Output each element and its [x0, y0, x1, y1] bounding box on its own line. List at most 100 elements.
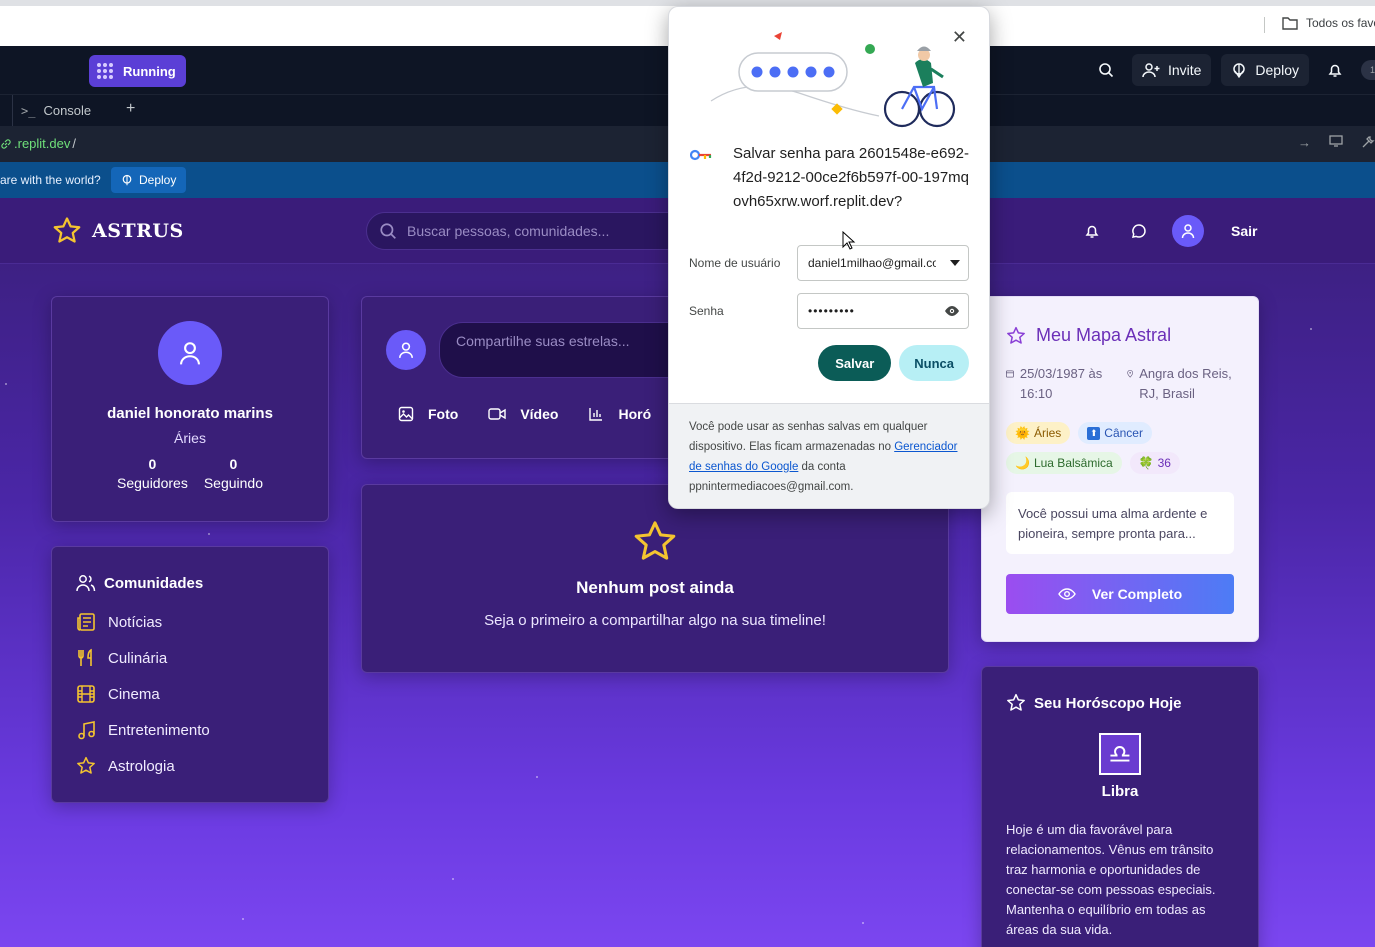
post-composer: Compartilhe suas estrelas... Foto Vídeo … — [361, 296, 719, 459]
brand-name: ASTRUS — [92, 220, 184, 242]
sun-sign-badge: 🌞 Áries — [1006, 422, 1071, 444]
notifications-bell-icon[interactable] — [1319, 54, 1351, 86]
caret-down-icon — [950, 260, 960, 266]
clover-icon: 🍀 — [1138, 456, 1154, 470]
footer-text-1: Você pode usar as senhas salvas em qualq… — [689, 421, 928, 453]
chat-icon[interactable] — [1127, 215, 1151, 247]
eye-icon[interactable] — [944, 305, 960, 317]
following-count: 0 — [229, 456, 238, 472]
astral-map-card: Meu Mapa Astral 25/03/1987 às 16:10 Angr… — [981, 296, 1259, 642]
community-noticias[interactable]: Notícias — [76, 604, 304, 640]
search-bar[interactable]: Buscar pessoas, comunidades... — [366, 212, 686, 250]
star-icon — [362, 519, 948, 570]
password-illustration — [710, 32, 956, 128]
invite-button[interactable]: Invite — [1131, 54, 1212, 86]
communities-title: Comunidades — [76, 574, 304, 592]
video-button[interactable]: Vídeo — [488, 406, 558, 422]
horoscope-text: Hoje é um dia favorável para relacioname… — [1006, 822, 1216, 937]
webview-url[interactable]: .replit.dev / — [0, 136, 76, 151]
following-stat[interactable]: 0 Seguindo — [204, 456, 263, 491]
add-tab-button[interactable]: + — [126, 100, 135, 118]
search-icon[interactable] — [1090, 54, 1122, 86]
chart-icon — [589, 408, 603, 421]
astral-chips: 🌞 Áries ⬆ Câncer 🌙 Lua Balsâmica 🍀 36 — [1006, 422, 1238, 474]
birth-datetime: 25/03/1987 às 16:10 — [1019, 366, 1103, 401]
empty-timeline: Nenhum post ainda Seja o primeiro a comp… — [361, 484, 949, 673]
username-label: Nome de usuário — [689, 256, 781, 270]
followers-stat[interactable]: 0 Seguidores — [117, 456, 188, 491]
bell-icon[interactable] — [1080, 215, 1104, 247]
replit-top-actions: Invite Deploy 1 — [1090, 54, 1375, 86]
sun-sign-label: Áries — [1033, 426, 1062, 440]
profile-name[interactable]: daniel honorato marins — [52, 405, 328, 422]
astral-map-title-label: Meu Mapa Astral — [1036, 325, 1172, 345]
ascendant-badge: ⬆ Câncer — [1078, 422, 1152, 444]
photo-label: Foto — [428, 406, 459, 422]
video-label: Vídeo — [520, 406, 559, 422]
horoscope-button[interactable]: Horó — [588, 406, 651, 422]
newspaper-icon — [77, 613, 95, 631]
profile-card: daniel honorato marins Áries 0 Seguidores… — [51, 296, 329, 522]
run-status-button[interactable]: Running — [89, 55, 186, 87]
add-user-icon — [1142, 63, 1160, 78]
community-astrologia[interactable]: Astrologia — [76, 748, 304, 784]
number-badge: 🍀 36 — [1129, 452, 1180, 474]
user-avatar[interactable] — [1172, 215, 1204, 247]
horoscope-card: Seu Horóscopo Hoje ♎ Libra Hoje é um dia… — [981, 666, 1259, 947]
forward-arrow-icon[interactable]: → — [1298, 135, 1311, 152]
astrus-logo[interactable]: ASTRUS — [52, 216, 184, 246]
community-entretenimento[interactable]: Entretenimento — [76, 712, 304, 748]
all-bookmarks-folder[interactable]: Todos os favo — [1282, 16, 1375, 30]
share-deploy-button[interactable]: Deploy — [111, 167, 187, 193]
horoscope-sign: Libra — [1101, 783, 1139, 800]
map-pin-icon — [1127, 369, 1133, 378]
composer-actions: Foto Vídeo Horó — [398, 406, 651, 422]
empty-subtitle: Seja o primeiro a compartilhar algo na s… — [484, 612, 826, 629]
search-input[interactable]: Buscar pessoas, comunidades... — [407, 223, 609, 239]
profile-sign: Áries — [174, 430, 206, 446]
deploy-label: Deploy — [1255, 62, 1299, 78]
save-password-dialog: ✕ Salvar senha para 2601548e-e692-4f2d-9… — [668, 6, 990, 509]
community-label: Culinária — [108, 649, 168, 667]
user-icon — [399, 342, 413, 358]
profile-stats: 0 Seguidores 0 Seguindo — [52, 456, 328, 491]
invite-label: Invite — [1167, 62, 1202, 78]
folder-icon — [1282, 17, 1298, 30]
wrench-icon[interactable] — [1361, 135, 1375, 152]
devtools-icon[interactable] — [1329, 135, 1343, 152]
libra-glyph-icon: ♎ — [1099, 733, 1141, 775]
users-icon — [76, 575, 96, 592]
communities-card: Comunidades Notícias Culinária Cinema En… — [51, 546, 329, 803]
film-icon — [77, 685, 95, 703]
url-bar-actions: → — [1298, 135, 1375, 152]
password-value: ••••••••• — [808, 304, 855, 318]
view-full-button[interactable]: Ver Completo — [1006, 574, 1234, 614]
astral-description: Você possui uma alma ardente e pioneira,… — [1006, 492, 1234, 554]
logout-button[interactable]: Sair — [1231, 223, 1257, 239]
community-label: Notícias — [108, 613, 163, 631]
place-info: Angra dos Reis, RJ, Brasil — [1127, 364, 1234, 404]
view-full-label: Ver Completo — [1091, 586, 1183, 602]
link-icon — [1, 138, 11, 149]
moon-icon: 🌙 — [1015, 456, 1030, 470]
username-select[interactable]: daniel1milhao@gmail.com — [797, 245, 969, 281]
user-avatar-partial[interactable]: 1 — [1361, 60, 1375, 80]
tab-console[interactable]: >_ Console — [12, 95, 99, 126]
password-field[interactable]: ••••••••• — [797, 293, 969, 329]
profile-avatar[interactable] — [158, 321, 222, 385]
number-label: 36 — [1157, 456, 1171, 470]
community-label: Astrologia — [108, 757, 175, 775]
deploy-button[interactable]: Deploy — [1221, 54, 1309, 86]
community-label: Cinema — [108, 685, 160, 703]
sun-icon: 🌞 — [1015, 426, 1030, 440]
tab-console-label: Console — [43, 103, 92, 118]
deploy-icon — [1233, 63, 1246, 78]
save-button[interactable]: Salvar — [818, 345, 892, 381]
community-culinaria[interactable]: Culinária — [76, 640, 304, 676]
community-cinema[interactable]: Cinema — [76, 676, 304, 712]
eye-icon — [1058, 588, 1076, 600]
photo-button[interactable]: Foto — [398, 406, 458, 422]
astral-map-meta: 25/03/1987 às 16:10 Angra dos Reis, RJ, … — [1006, 364, 1234, 404]
never-button[interactable]: Nunca — [899, 345, 969, 381]
url-path: / — [72, 136, 76, 151]
